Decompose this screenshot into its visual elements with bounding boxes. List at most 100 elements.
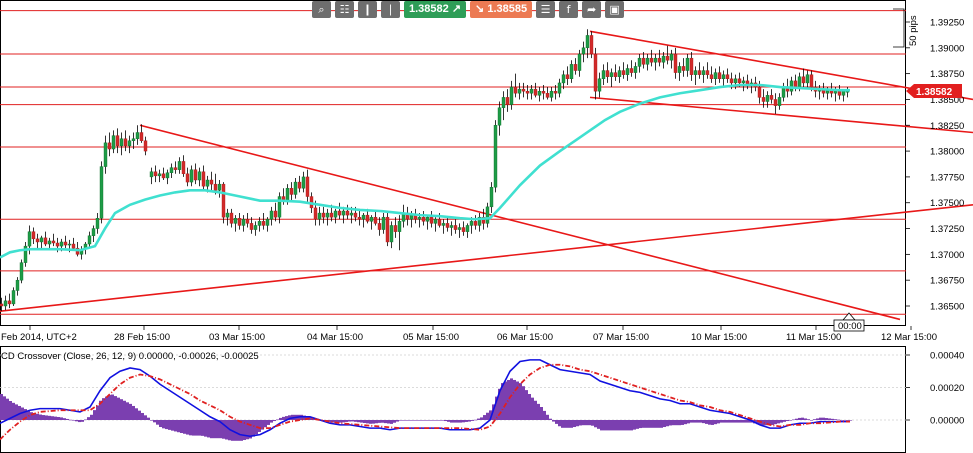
candle-body (793, 80, 798, 88)
histogram-bar (741, 420, 744, 423)
candle-body (369, 216, 374, 222)
candle-body (189, 169, 194, 183)
candle-body (421, 216, 426, 222)
histogram-bar (48, 415, 51, 420)
histogram-bar (843, 420, 846, 421)
histogram-bar (57, 417, 60, 420)
histogram-bar (402, 420, 405, 421)
histogram-bar (201, 420, 204, 436)
histogram-bar (408, 420, 411, 421)
candle-body (497, 107, 502, 126)
price-axis[interactable]: 1.392501.390001.387501.385001.382501.380… (906, 18, 964, 313)
histogram-bar (786, 420, 789, 422)
histogram-bar (267, 420, 270, 425)
histogram-bar (183, 420, 186, 434)
candle-body (689, 57, 694, 75)
zoom-icon[interactable]: ⌕ (312, 0, 331, 18)
histogram-bar (528, 394, 531, 420)
candle-body (357, 216, 362, 220)
x-tick-label: 28 Feb 15:00 (114, 332, 170, 343)
candle-body (349, 212, 354, 216)
histogram-bar (663, 420, 666, 428)
histogram-bar (129, 403, 132, 420)
price-panel[interactable] (0, 0, 906, 326)
candle-body (433, 219, 438, 224)
candle-body (19, 262, 24, 281)
histogram-bar (471, 420, 474, 421)
candle-body (513, 86, 518, 94)
histogram-bar (150, 420, 153, 421)
histogram-bar (123, 400, 126, 420)
candle-body (165, 172, 170, 179)
histogram-bar (54, 416, 57, 420)
candle-body (269, 210, 274, 220)
histogram-bar (207, 420, 210, 438)
histogram-bar (426, 420, 429, 421)
candle-body (261, 221, 266, 226)
candle-body (31, 231, 36, 240)
histogram-bar (15, 404, 18, 420)
candle-body (305, 176, 310, 197)
y-tick-label: 1.37250 (930, 224, 964, 235)
candle-body (765, 95, 770, 102)
histogram-bar (519, 383, 522, 420)
histogram-bar (189, 420, 192, 436)
histogram-bar (645, 420, 648, 428)
histogram-bar (429, 420, 432, 421)
candle-body (257, 221, 262, 226)
histogram-bar (51, 416, 54, 420)
histogram-bar (648, 420, 651, 428)
histogram-bar (462, 420, 465, 423)
x-tick-label: 03 Mar 15:00 (209, 332, 265, 343)
candle-body (493, 125, 498, 188)
histogram-bar (513, 379, 516, 420)
histogram-bar (684, 420, 687, 425)
histogram-bar (195, 420, 198, 436)
candle-body (557, 82, 562, 94)
histogram-bar (453, 420, 456, 423)
candle-body (3, 300, 8, 307)
bars-icon[interactable]: ❘ (381, 0, 400, 18)
image-icon[interactable]: ▣ (605, 0, 625, 18)
histogram-bar (225, 420, 228, 440)
list-icon[interactable]: ☰ (536, 0, 556, 18)
candle-body (809, 74, 814, 88)
forex-chart[interactable]: 1.392501.390001.387501.385001.382501.380… (0, 0, 973, 453)
candle-body (365, 214, 370, 222)
candle-body (55, 242, 60, 247)
candle-body (139, 132, 144, 141)
time-axis[interactable]: Feb 2014, UTC+2 28 Feb 15:00 03 Mar 15:00 0… (1, 326, 937, 343)
histogram-bar (204, 420, 207, 437)
facebook-icon[interactable]: f (559, 0, 579, 18)
histogram-bar (141, 412, 144, 420)
candle-body (797, 76, 802, 88)
histogram-bar (39, 414, 42, 420)
ask-price-button[interactable]: ↘ 1.38585 (470, 0, 533, 18)
candle-body (593, 53, 598, 92)
candle-body (217, 183, 222, 191)
histogram-bar (378, 420, 381, 423)
histogram-bar (483, 415, 486, 420)
histogram-bar (348, 420, 351, 422)
histogram-bar (339, 420, 342, 423)
histogram-bar (279, 417, 282, 420)
candle-body (15, 279, 20, 291)
share-icon[interactable]: ➦ (582, 0, 602, 18)
histogram-bar (36, 413, 39, 420)
chart-toolbar: ⌕ ☷ ❙ ❘ 1.38582 ↗ ↘ 1.38585 ☰ f ➦ ▣ (312, 0, 625, 18)
histogram-bar (468, 420, 471, 422)
histogram-bar (111, 394, 114, 420)
histogram-bar (585, 420, 588, 426)
current-price-label: 1.38582 (916, 87, 953, 98)
histogram-bar (459, 420, 462, 423)
candle-body (777, 97, 782, 106)
candle-body (457, 227, 462, 230)
candles-icon[interactable]: ❙ (358, 0, 377, 18)
x-tick-label: 06 Mar 15:00 (497, 332, 553, 343)
candle-body (621, 70, 626, 75)
histogram-bar (801, 417, 804, 420)
bid-price-button[interactable]: 1.38582 ↗ (404, 0, 467, 18)
indicator-panel[interactable] (0, 346, 906, 453)
candle-body (39, 237, 44, 243)
chart-settings-icon[interactable]: ☷ (335, 0, 354, 18)
